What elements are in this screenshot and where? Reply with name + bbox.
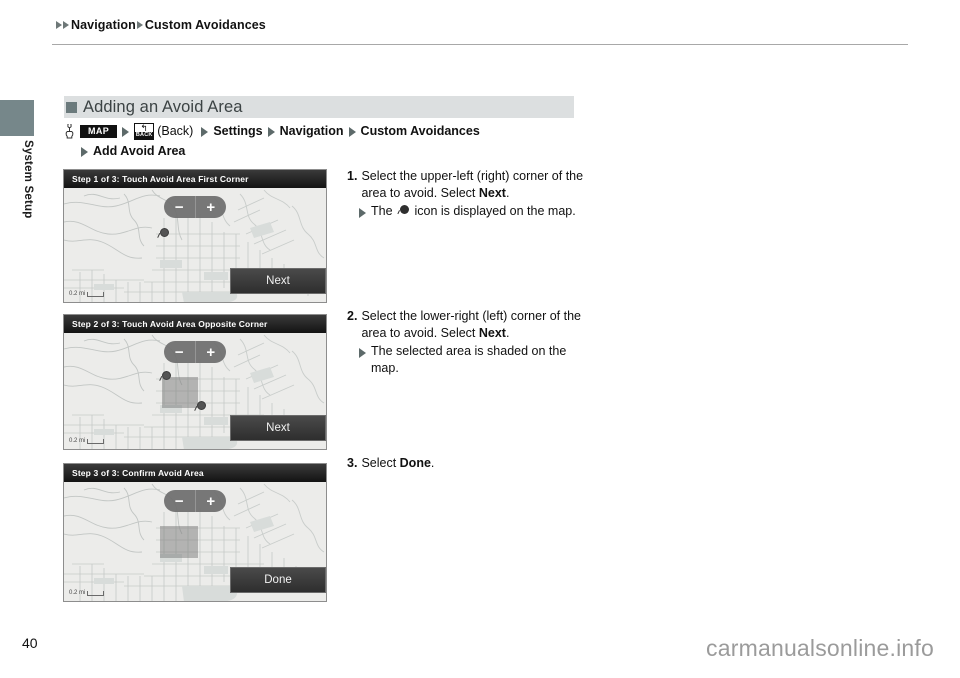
- path-item-navigation[interactable]: Navigation: [280, 122, 344, 141]
- section-bullet-icon: [66, 101, 77, 113]
- screen-title-step3: Step 3 of 3: Confirm Avoid Area: [64, 464, 326, 482]
- page-number: 40: [22, 635, 38, 651]
- section-heading: Adding an Avoid Area: [64, 96, 574, 118]
- instruction-bold-term: Next: [478, 186, 506, 200]
- map-pin-first-corner: [159, 371, 173, 384]
- path-arrow-icon: [81, 146, 88, 157]
- zoom-in-button[interactable]: +: [196, 341, 227, 363]
- zoom-out-button[interactable]: −: [164, 341, 196, 363]
- instruction-number: 2.: [347, 309, 358, 323]
- navi-screen-step3: Step 3 of 3: Confirm Avoid Area − + Done…: [63, 463, 327, 602]
- header-divider: [52, 44, 908, 45]
- back-button[interactable]: ↰ BACK: [134, 122, 155, 140]
- instruction-text-tail: .: [505, 326, 510, 340]
- path-item-custom-avoidances[interactable]: Custom Avoidances: [361, 122, 480, 141]
- instruction-subnote: The selected area is shaded on the map.: [371, 344, 567, 375]
- sub-bullet-arrow-icon: [359, 208, 366, 218]
- instruction-step3: 3. Select Done.: [347, 455, 587, 472]
- instruction-text: Select: [361, 456, 400, 470]
- watermark: carmanualsonline.info: [706, 635, 934, 661]
- instruction-body: Select the lower-right (left) corner of …: [361, 308, 587, 342]
- breadcrumb-item-navigation: Navigation: [71, 18, 136, 32]
- subnote-text: The: [371, 204, 397, 218]
- breadcrumb-item-custom-avoidances: Custom Avoidances: [144, 18, 266, 32]
- map-canvas-step1[interactable]: − + Next 0.2 mi: [64, 188, 326, 302]
- map-button[interactable]: MAP: [80, 124, 118, 139]
- sub-bullet-arrow-icon: [359, 348, 366, 358]
- instruction-number: 3.: [347, 456, 358, 470]
- zoom-out-button[interactable]: −: [164, 196, 196, 218]
- operation-path: MAP ↰ BACK (Back) Settings Navigation Cu…: [64, 122, 624, 161]
- instruction-text: Select the lower-right (left) corner of …: [361, 309, 581, 340]
- instruction-number: 1.: [347, 169, 358, 183]
- map-scale-bar-icon: [87, 590, 105, 596]
- back-text: (Back): [157, 124, 194, 138]
- subnote-text-tail: icon is displayed on the map.: [411, 204, 576, 218]
- path-item-add-avoid-area[interactable]: Add Avoid Area: [93, 142, 185, 161]
- back-button-label: BACK: [135, 131, 154, 139]
- map-scale-bar-icon: [87, 291, 105, 297]
- instruction-step2: 2. Select the lower-right (left) corner …: [347, 308, 587, 377]
- zoom-controls-step3[interactable]: − +: [164, 490, 226, 512]
- map-scale-label: 0.2 mi: [69, 590, 86, 596]
- map-canvas-step2[interactable]: − + Next 0.2 mi: [64, 333, 326, 449]
- screen-title-step2: Step 2 of 3: Touch Avoid Area Opposite C…: [64, 315, 326, 333]
- instruction-text: Select the upper-left (right) corner of …: [361, 169, 584, 200]
- navi-screen-step1: Step 1 of 3: Touch Avoid Area First Corn…: [63, 169, 327, 303]
- sidebar-accent-block: [0, 100, 34, 136]
- zoom-in-button[interactable]: +: [196, 490, 227, 512]
- instruction-body: Select the upper-left (right) corner of …: [361, 168, 587, 202]
- instruction-text-tail: .: [430, 456, 435, 470]
- path-arrow-icon: [122, 126, 130, 137]
- map-scale-bar-icon: [87, 438, 105, 444]
- map-scale-step1: 0.2 mi: [69, 291, 105, 297]
- zoom-controls-step2[interactable]: − +: [164, 341, 226, 363]
- map-canvas-step3[interactable]: − + Done 0.2 mi: [64, 482, 326, 601]
- next-button-step1[interactable]: Next: [230, 268, 326, 294]
- navi-screen-step2: Step 2 of 3: Touch Avoid Area Opposite C…: [63, 314, 327, 450]
- instruction-text-tail: .: [505, 186, 510, 200]
- instruction-step1: 1. Select the upper-left (right) corner …: [347, 168, 587, 220]
- path-arrow-icon: [267, 126, 275, 137]
- map-pin-opposite-corner: [194, 401, 208, 414]
- screen-title-step1: Step 1 of 3: Touch Avoid Area First Corn…: [64, 170, 326, 188]
- breadcrumb-arrow-icon: [63, 21, 69, 29]
- map-scale-label: 0.2 mi: [69, 438, 86, 444]
- map-pin-icon: [397, 205, 410, 216]
- breadcrumb: Navigation Custom Avoidances: [56, 18, 267, 32]
- map-scale-step2: 0.2 mi: [69, 438, 105, 444]
- zoom-in-button[interactable]: +: [196, 196, 227, 218]
- hand-pointer-icon: [65, 124, 74, 139]
- sidebar-section-label: System Setup: [22, 140, 34, 219]
- page-title: Adding an Avoid Area: [83, 97, 243, 116]
- map-pin-first-corner: [157, 228, 171, 241]
- zoom-out-button[interactable]: −: [164, 490, 196, 512]
- done-button-step3[interactable]: Done: [230, 567, 326, 593]
- next-button-step2[interactable]: Next: [230, 415, 326, 441]
- pin-tail-icon: [397, 210, 404, 216]
- map-scale-label: 0.2 mi: [69, 291, 86, 297]
- map-scale-step3: 0.2 mi: [69, 590, 105, 596]
- instruction-bold-term: Done: [399, 456, 431, 470]
- path-arrow-icon: [348, 126, 356, 137]
- instruction-body: Select Done.: [361, 455, 434, 472]
- instruction-bold-term: Next: [478, 326, 506, 340]
- back-arrow-icon: ↰: [140, 122, 148, 133]
- breadcrumb-arrow-icon: [56, 21, 62, 29]
- instruction-subnote: The icon is displayed on the map.: [371, 203, 576, 220]
- avoid-area-shading-step3: [160, 526, 198, 558]
- path-arrow-icon: [201, 126, 209, 137]
- zoom-controls-step1[interactable]: − +: [164, 196, 226, 218]
- breadcrumb-arrow-icon: [136, 21, 143, 29]
- path-item-settings[interactable]: Settings: [213, 122, 262, 141]
